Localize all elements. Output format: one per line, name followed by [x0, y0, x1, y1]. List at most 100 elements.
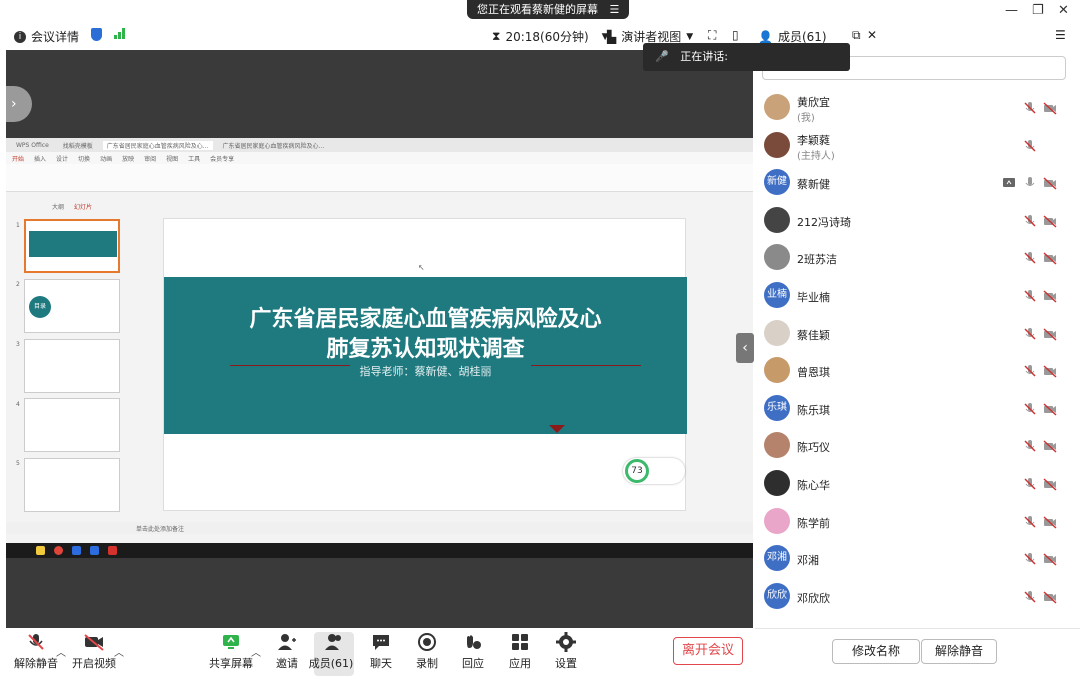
mic-muted-icon[interactable] — [1023, 401, 1037, 415]
rename-button[interactable]: 修改名称 — [832, 639, 920, 664]
mic-muted-icon[interactable] — [1023, 514, 1037, 528]
members-label: 成员(61) — [308, 657, 354, 670]
chat-label: 聊天 — [370, 657, 392, 670]
camera-off-icon[interactable] — [1043, 514, 1057, 529]
apps-label: 应用 — [509, 657, 531, 670]
participant-row[interactable]: 欣欣 邓欣欣 — [755, 578, 1070, 614]
app-icon — [72, 546, 81, 555]
camera-off-icon[interactable] — [1043, 213, 1057, 228]
restore-icon[interactable]: ❐ — [1032, 3, 1044, 18]
popout-button[interactable]: ⧉ — [852, 28, 861, 43]
participant-row[interactable]: 2班苏洁 — [755, 239, 1070, 275]
chevron-down-icon: ▼ — [686, 31, 694, 42]
fullscreen-button[interactable]: ⛶ — [708, 28, 716, 43]
avatar — [764, 244, 790, 271]
thumb-number: 2 — [16, 281, 20, 288]
apps-icon — [512, 634, 528, 650]
hourglass-icon: ⧗ — [492, 29, 501, 43]
mic-muted-icon[interactable] — [1023, 363, 1037, 377]
minimize-icon[interactable]: — — [1005, 3, 1018, 18]
sidebar-toggle-button[interactable]: ▯ — [732, 28, 739, 42]
participants-panel: 黄欣宜 (我) 李颖蕤 (主持人) 新健 蔡新健 212冯诗琦 2班苏洁 业楠 毕业楠 蔡佳颖 曾恩琪… — [755, 50, 1080, 628]
network-indicator[interactable] — [114, 28, 125, 39]
wps-menu-item: 视图 — [166, 155, 179, 163]
camera-off-icon[interactable] — [1043, 250, 1057, 265]
mic-muted-icon[interactable] — [1023, 589, 1037, 603]
mic-muted-icon[interactable] — [1023, 100, 1037, 114]
wps-menu-item: 切换 — [78, 155, 91, 163]
mic-muted-icon[interactable] — [1023, 326, 1037, 340]
slide-title-line: 肺复苏认知现状调查 — [326, 337, 525, 362]
camera-off-icon[interactable] — [1043, 100, 1057, 115]
camera-off-icon[interactable] — [1043, 288, 1057, 303]
chevron-up-icon[interactable]: ︿ — [114, 644, 124, 659]
wps-menu-item: 插入 — [34, 155, 47, 163]
speaking-label: 正在讲话: — [680, 50, 728, 63]
camera-off-icon[interactable] — [1043, 175, 1057, 190]
participant-row[interactable]: 蔡佳颖 — [755, 315, 1070, 351]
more-menu-button[interactable]: ☰ — [1055, 28, 1066, 42]
participant-row[interactable]: 业楠 毕业楠 — [755, 277, 1070, 313]
control-bar: 解除静音 ︿ 开启视频 ︿ 共享屏幕 ︿ 邀请 成员(61) 聊天 录制 回应 … — [0, 628, 755, 681]
meeting-info-button[interactable]: i 会议详情 — [14, 28, 79, 45]
participant-row[interactable]: 邓湘 邓湘 — [755, 540, 1070, 576]
wps-menu-item: 会员专享 — [210, 155, 235, 163]
chat-icon — [373, 635, 389, 650]
gear-icon — [556, 632, 576, 652]
camera-off-icon[interactable] — [1043, 363, 1057, 378]
reaction-icon — [467, 635, 481, 649]
participant-row[interactable]: 乐琪 陈乐琪 — [755, 390, 1070, 426]
camera-off-icon[interactable] — [1043, 326, 1057, 341]
thumb-number: 3 — [16, 341, 20, 348]
participant-row[interactable]: 陈巧仪 — [755, 427, 1070, 463]
expand-sidebar-button[interactable]: › — [6, 86, 32, 122]
participant-row[interactable]: 新健 蔡新健 — [755, 164, 1070, 200]
menu-icon[interactable]: ☰ — [610, 3, 620, 16]
participant-name: 陈乐琪 — [797, 403, 830, 417]
mic-muted-icon[interactable] — [1023, 288, 1037, 302]
participant-row[interactable]: 陈学前 — [755, 503, 1070, 539]
avatar — [764, 94, 790, 120]
collapse-panel-button[interactable]: ‹ — [736, 333, 754, 363]
members-button[interactable]: 成员(61) — [309, 632, 354, 676]
invite-button[interactable]: 邀请 — [257, 632, 317, 671]
camera-off-icon[interactable] — [1043, 589, 1057, 604]
triangle-marker — [549, 425, 565, 433]
mic-muted-icon[interactable] — [1023, 551, 1037, 565]
camera-off-icon[interactable] — [1043, 401, 1057, 416]
participant-name: 陈学前 — [797, 516, 830, 530]
mic-muted-icon[interactable] — [1023, 213, 1037, 227]
mic-icon[interactable] — [1023, 175, 1037, 189]
wps-menu-item: 放映 — [122, 155, 135, 163]
close-window-icon[interactable]: ✕ — [1058, 3, 1069, 18]
avatar — [764, 432, 790, 459]
mic-muted-icon[interactable] — [1023, 250, 1037, 264]
mic-muted-icon[interactable] — [1023, 438, 1037, 452]
camera-off-icon[interactable] — [1043, 551, 1057, 566]
participant-row[interactable]: 曾恩琪 — [755, 352, 1070, 388]
windows-taskbar — [6, 543, 753, 558]
settings-button[interactable]: 设置 — [536, 632, 596, 671]
viewing-banner[interactable]: 您正在观看蔡新健的屏幕 ☰ — [467, 0, 630, 19]
leave-meeting-button[interactable]: 离开会议 — [673, 637, 743, 665]
mic-muted-icon[interactable] — [1023, 138, 1037, 152]
camera-off-icon[interactable] — [1043, 476, 1057, 491]
participant-row[interactable]: 陈心华 — [755, 465, 1070, 501]
participant-row[interactable]: 李颖蕤 (主持人) — [755, 127, 1070, 163]
participant-row[interactable]: 黄欣宜 (我) — [755, 89, 1070, 125]
close-panel-button[interactable]: ✕ — [867, 28, 877, 42]
participant-name: 蔡新健 — [797, 178, 830, 192]
meeting-timer[interactable]: ⧗ 20:18(60分钟) ▼ — [492, 28, 609, 45]
slide-canvas: 广东省居民家庭心血管疾病风险及心 肺复苏认知现状调查 指导老师：蔡新健、胡桂丽 … — [163, 218, 687, 511]
close-icon: ✕ — [867, 28, 878, 42]
wps-menu-bar: 开始 插入 设计 切换 动画 放映 审阅 视图 工具 会员专享 — [6, 152, 753, 164]
invite-label: 邀请 — [276, 657, 298, 670]
mic-muted-icon[interactable] — [1023, 476, 1037, 490]
share-screen-label: 共享屏幕 — [209, 657, 253, 670]
unmute-all-button[interactable]: 解除静音 — [921, 639, 997, 664]
participant-row[interactable]: 212冯诗琦 — [755, 202, 1070, 238]
thumb-toc-label: 目录 — [29, 296, 51, 318]
security-indicator[interactable] — [91, 28, 102, 41]
camera-off-icon[interactable] — [1043, 438, 1057, 453]
slide-subtitle: 指导老师：蔡新健、胡桂丽 — [359, 365, 492, 378]
